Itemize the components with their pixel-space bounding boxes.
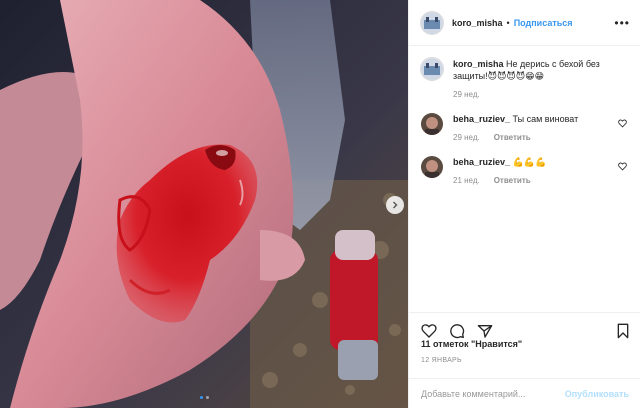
reply-button[interactable]: Ответить <box>494 176 531 185</box>
comments-list: koro_misha Не дерись с бехой без защиты!… <box>409 46 640 308</box>
heart-icon[interactable] <box>618 119 627 128</box>
comment-username[interactable]: beha_ruziev_ <box>453 114 510 124</box>
likes-count[interactable]: 11 отметок "Нравится" <box>421 339 522 349</box>
list-item: beha_ruziev_ Ты сам виноват 29 нед. Отве… <box>421 113 629 142</box>
reply-button[interactable]: Ответить <box>494 133 531 142</box>
comment-meta: 29 нед. <box>453 90 623 99</box>
comment-username[interactable]: beha_ruziev_ <box>453 157 510 167</box>
comment-text: beha_ruziev_ 💪💪💪 <box>453 156 623 168</box>
carousel-indicator <box>0 396 408 399</box>
heart-icon[interactable] <box>618 162 627 171</box>
carousel-dot-active <box>199 396 203 399</box>
post-photo[interactable] <box>0 0 408 408</box>
caption-text: koro_misha Не дерись с бехой без защиты!… <box>453 58 623 82</box>
comment-time[interactable]: 29 нед. <box>453 90 480 99</box>
avatar-image <box>421 58 443 80</box>
avatar[interactable] <box>421 156 443 178</box>
avatar[interactable] <box>421 11 443 34</box>
more-horizontal-icon[interactable]: ••• <box>614 16 630 30</box>
share-icon[interactable] <box>477 323 493 339</box>
carousel-next-button[interactable] <box>386 196 404 214</box>
chevron-right-icon <box>393 201 398 209</box>
separator-dot: • <box>506 17 510 28</box>
post-actions-bar <box>409 312 640 342</box>
comment-input[interactable] <box>421 388 565 399</box>
list-item: beha_ruziev_ 💪💪💪 21 нед. Ответить <box>421 156 629 185</box>
avatar-image <box>421 11 443 34</box>
publish-button[interactable]: Опубликовать <box>565 389 629 399</box>
post-details-panel: koro_misha • Подписаться ••• koro_misha … <box>408 0 640 408</box>
comment-text: beha_ruziev_ Ты сам виноват <box>453 113 623 125</box>
caption: koro_misha Не дерись с бехой без защиты!… <box>421 58 629 99</box>
comment-meta: 21 нед. Ответить <box>453 176 623 185</box>
post-header: koro_misha • Подписаться ••• <box>409 0 640 46</box>
avatar[interactable] <box>421 58 443 80</box>
heart-icon[interactable] <box>421 323 437 339</box>
comment-icon[interactable] <box>449 323 465 339</box>
injured-arm-photo <box>0 0 408 408</box>
avatar-image <box>421 156 443 178</box>
bookmark-icon[interactable] <box>615 323 631 339</box>
avatar[interactable] <box>421 113 443 135</box>
comment-time[interactable]: 21 нед. <box>453 176 480 185</box>
post-author-username[interactable]: koro_misha <box>452 18 503 28</box>
add-comment-form: Опубликовать <box>409 378 640 408</box>
follow-button[interactable]: Подписаться <box>514 18 573 28</box>
comment-body: 💪💪💪 <box>512 157 547 167</box>
caption-username[interactable]: koro_misha <box>453 59 504 69</box>
comment-meta: 29 нед. Ответить <box>453 133 623 142</box>
comment-time[interactable]: 29 нед. <box>453 133 480 142</box>
instagram-post: koro_misha • Подписаться ••• koro_misha … <box>0 0 640 408</box>
carousel-dot <box>205 396 209 399</box>
avatar-image <box>421 113 443 135</box>
comment-body: Ты сам виноват <box>512 114 579 124</box>
post-date[interactable]: 12 ЯНВАРЬ <box>421 357 462 364</box>
